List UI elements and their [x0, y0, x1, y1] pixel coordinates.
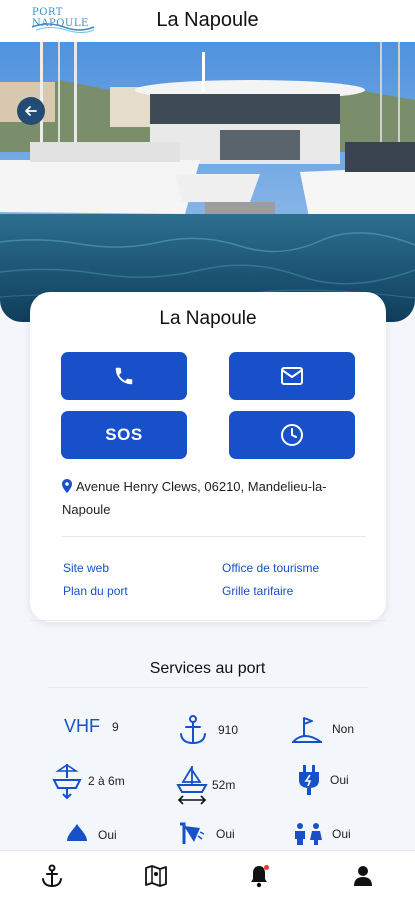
page-title: La Napoule — [156, 9, 259, 31]
toilets-value: Oui — [332, 827, 351, 841]
address: Avenue Henry Clews, 06210, Mandelieu-la-… — [62, 475, 362, 521]
email-button[interactable] — [229, 352, 355, 400]
opening-hours-button[interactable] — [229, 411, 355, 459]
nav-map[interactable] — [136, 856, 176, 896]
notification-dot — [264, 864, 270, 870]
nav-notifications[interactable] — [239, 856, 279, 896]
boat-length-icon — [176, 766, 208, 805]
service-showers: Oui — [178, 822, 235, 846]
call-button[interactable] — [61, 352, 187, 400]
phone-icon — [115, 367, 133, 385]
services-title: Services au port — [149, 660, 266, 677]
service-beach-flag: Non — [292, 714, 354, 744]
service-water: Oui — [64, 822, 117, 848]
user-icon — [354, 865, 373, 886]
water-value: Oui — [98, 828, 117, 842]
service-toilets: Oui — [292, 822, 351, 846]
mail-icon — [281, 367, 303, 385]
bottom-navigation — [0, 850, 415, 900]
location-pin-icon — [62, 479, 72, 493]
price-grid-link[interactable]: Grille tarifaire — [222, 584, 293, 598]
moorings-value: 910 — [218, 723, 239, 737]
anchor-icon — [180, 715, 206, 745]
shower-icon — [180, 822, 205, 844]
toilets-icon — [295, 823, 322, 845]
tourism-office-link[interactable]: Office de tourisme — [222, 561, 319, 575]
clock-icon — [281, 424, 303, 446]
sos-button[interactable]: SOS — [61, 411, 187, 459]
app-header: PORT NAPOULE La Napoule — [0, 0, 415, 42]
flag-hill-icon — [292, 717, 322, 743]
nav-profile[interactable] — [343, 856, 383, 896]
website-link[interactable]: Site web — [63, 561, 109, 575]
map-icon — [144, 864, 167, 887]
draft-depth-icon — [52, 764, 82, 800]
card-divider — [62, 536, 366, 537]
electricity-value: Oui — [330, 773, 349, 787]
service-moorings: 910 — [178, 714, 238, 746]
section-divider — [30, 620, 386, 621]
vhf-label: VHF — [64, 716, 100, 736]
electric-plug-icon — [299, 765, 319, 795]
arrow-left-icon — [25, 106, 37, 116]
service-draft: 2 à 6m — [52, 762, 125, 800]
port-map-link[interactable]: Plan du port — [63, 584, 128, 598]
back-button[interactable] — [17, 97, 45, 125]
service-vhf: VHF 9 — [64, 716, 119, 737]
sos-label: SOS — [105, 425, 143, 444]
water-drop-icon — [67, 824, 87, 841]
nav-ports[interactable] — [32, 856, 72, 896]
service-max-length: 52m — [176, 764, 235, 806]
anchor-icon — [41, 864, 62, 887]
services-divider — [48, 687, 368, 688]
draft-value: 2 à 6m — [88, 774, 125, 788]
port-hero-image — [0, 42, 415, 322]
vhf-value: 9 — [112, 719, 119, 734]
flag-value: Non — [332, 722, 355, 736]
port-info-card: La Napoule SOS Avenue Henry Clews, 06210… — [30, 292, 386, 622]
card-title: La Napoule — [159, 308, 257, 329]
length-value: 52m — [212, 778, 236, 792]
showers-value: Oui — [216, 827, 235, 841]
address-text: Avenue Henry Clews, 06210, Mandelieu-la-… — [62, 479, 327, 517]
service-electricity: Oui — [296, 764, 349, 796]
